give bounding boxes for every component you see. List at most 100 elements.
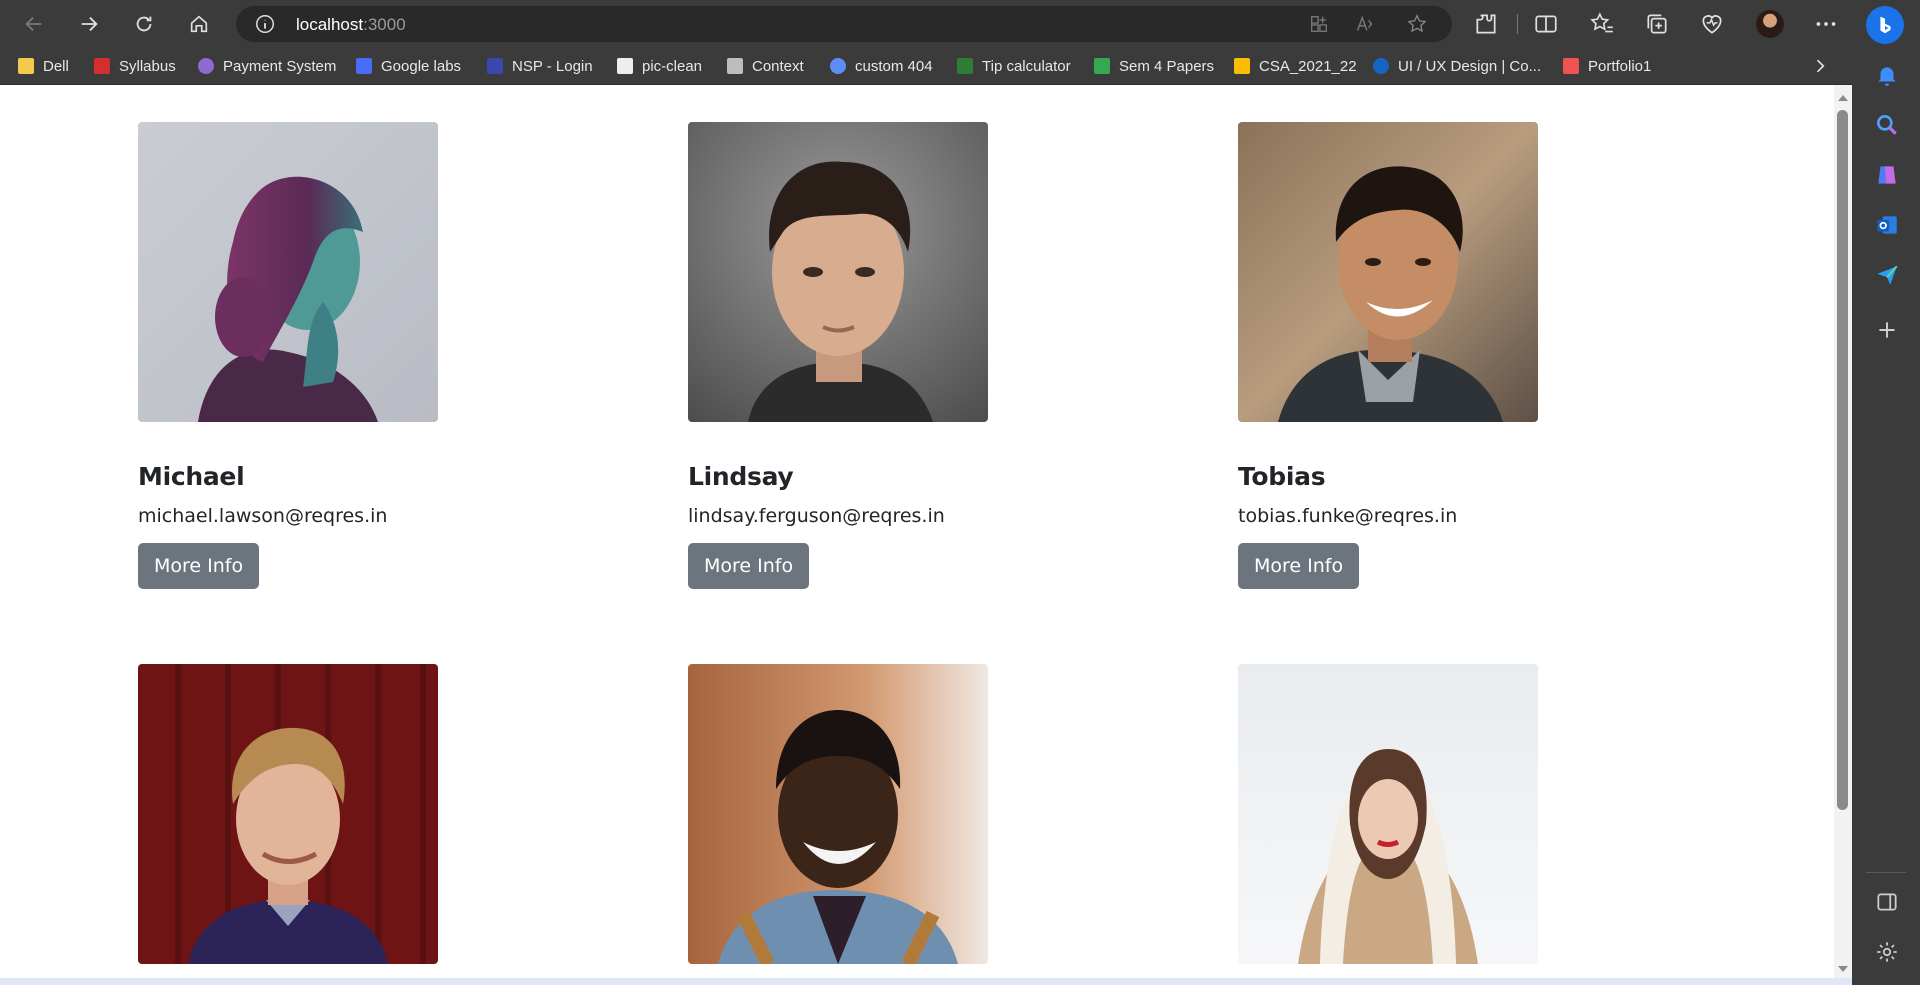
bookmark-payment-system[interactable]: Payment System [198,48,336,84]
url-text[interactable]: localhost:3000 [296,15,406,35]
portfolio-favicon-icon [1563,58,1579,74]
back-button[interactable] [17,7,51,41]
portrait-image [688,664,988,964]
more-info-button[interactable]: More Info [688,543,810,589]
bookmark-pic-clean[interactable]: pic-clean [617,48,702,84]
bookmark-label: CSA_2021_22 [1259,57,1357,75]
tip-calculator-favicon-icon [957,58,973,74]
bookmark-tip-calculator[interactable]: Tip calculator [957,48,1071,84]
url-port: :3000 [363,15,406,34]
hide-sidebar-icon[interactable] [1874,889,1900,915]
notifications-bell-icon[interactable] [1874,62,1900,88]
extensions-icon[interactable] [1473,11,1499,37]
bookmark-label: Syllabus [119,57,176,75]
page-content: Michael michael.lawson@reqres.in More In… [0,85,1834,978]
bookmark-portfolio1[interactable]: Portfolio1 [1563,48,1651,84]
document-icon [727,58,743,74]
scroll-down-arrow-icon[interactable] [1836,963,1850,975]
chevron-right-icon[interactable] [1810,56,1830,76]
bookmarks-bar: Dell Syllabus Payment System Google labs… [0,48,1852,85]
user-avatar-photo [1238,122,1538,422]
bookmark-label: Dell [43,57,69,75]
user-avatar-photo [1238,664,1538,964]
user-name: Lindsay [688,462,794,491]
bookmark-ui-ux-design[interactable]: UI / UX Design | Co... [1373,48,1541,84]
edge-sidebar [1852,0,1920,985]
url-host: localhost [296,15,364,34]
user-card: Lindsay lindsay.ferguson@reqres.in More … [688,122,988,589]
outlook-icon[interactable] [1874,212,1900,238]
user-card [688,664,988,964]
user-avatar-photo [688,122,988,422]
bookmark-dell[interactable]: Dell [18,48,69,84]
portrait-image [1238,664,1538,964]
user-card: Tobias tobias.funke@reqres.in More Info [1238,122,1538,589]
settings-gear-icon[interactable] [1874,939,1900,965]
bookmark-label: Sem 4 Papers [1119,57,1215,75]
bing-icon [1880,16,1891,34]
bookmark-label: UI / UX Design | Co... [1398,57,1542,75]
bing-copilot-button[interactable] [1866,6,1904,44]
user-card [1238,664,1538,964]
folder-icon [18,58,34,74]
browser-essentials-icon[interactable] [1699,11,1725,37]
bookmark-label: pic-clean [642,57,703,75]
back-arrow-icon [25,16,42,32]
copilot-icon[interactable] [1874,162,1900,188]
user-name: Tobias [1238,462,1326,491]
search-icon[interactable] [1874,112,1900,138]
user-avatar-photo [138,122,438,422]
toolbar-divider [1517,14,1518,34]
app-available-icon[interactable] [1308,13,1330,35]
portrait-image [138,122,438,422]
user-card [138,664,438,964]
bookmark-custom-404[interactable]: custom 404 [830,48,933,84]
sidebar-divider [1866,872,1906,873]
bookmark-context[interactable]: Context [727,48,804,84]
forward-button[interactable] [72,7,106,41]
favorite-star-icon[interactable] [1406,13,1428,35]
bookmark-nsp-login[interactable]: NSP - Login [487,48,593,84]
favorites-icon[interactable] [1589,11,1615,37]
scrollbar-thumb[interactable] [1837,110,1848,810]
bookmark-google-labs[interactable]: Google labs [356,48,461,84]
google-labs-favicon-icon [356,58,372,74]
google-drive-icon [1234,58,1250,74]
split-screen-icon[interactable] [1533,11,1559,37]
address-bar[interactable]: localhost:3000 [236,6,1452,42]
portrait-image [1238,122,1538,422]
google-drive-icon [1094,58,1110,74]
portrait-image [688,122,988,422]
browser-toolbar: localhost:3000 [0,0,1852,48]
bookmark-label: Payment System [223,57,337,75]
home-button[interactable] [182,7,216,41]
bookmark-label: Context [752,57,804,75]
window-bottom-edge [0,978,1852,985]
bookmark-csa[interactable]: CSA_2021_22 [1234,48,1357,84]
read-aloud-icon[interactable] [1354,13,1376,35]
payment-favicon-icon [198,58,214,74]
user-card: Michael michael.lawson@reqres.in More In… [138,122,438,589]
home-icon [190,15,208,33]
user-email: lindsay.ferguson@reqres.in [688,505,945,527]
user-avatar-photo [688,664,988,964]
site-info-icon[interactable] [254,13,276,35]
bookmark-label: NSP - Login [512,57,593,75]
more-options-icon[interactable] [1813,11,1839,37]
scroll-up-arrow-icon[interactable] [1836,92,1850,104]
bookmark-label: Portfolio1 [1588,57,1652,75]
bookmark-label: custom 404 [855,57,933,75]
pic-clean-favicon-icon [617,58,633,74]
profile-avatar[interactable] [1756,10,1784,38]
drop-send-icon[interactable] [1874,262,1900,288]
more-info-button[interactable]: More Info [1238,543,1360,589]
bookmark-syllabus[interactable]: Syllabus [94,48,176,84]
collections-icon[interactable] [1644,11,1670,37]
bookmark-sem-4-papers[interactable]: Sem 4 Papers [1094,48,1214,84]
user-email: michael.lawson@reqres.in [138,505,388,527]
add-plus-icon[interactable] [1874,317,1900,343]
refresh-button[interactable] [127,7,161,41]
refresh-icon [136,16,152,32]
more-info-button[interactable]: More Info [138,543,260,589]
user-avatar-photo [138,664,438,964]
